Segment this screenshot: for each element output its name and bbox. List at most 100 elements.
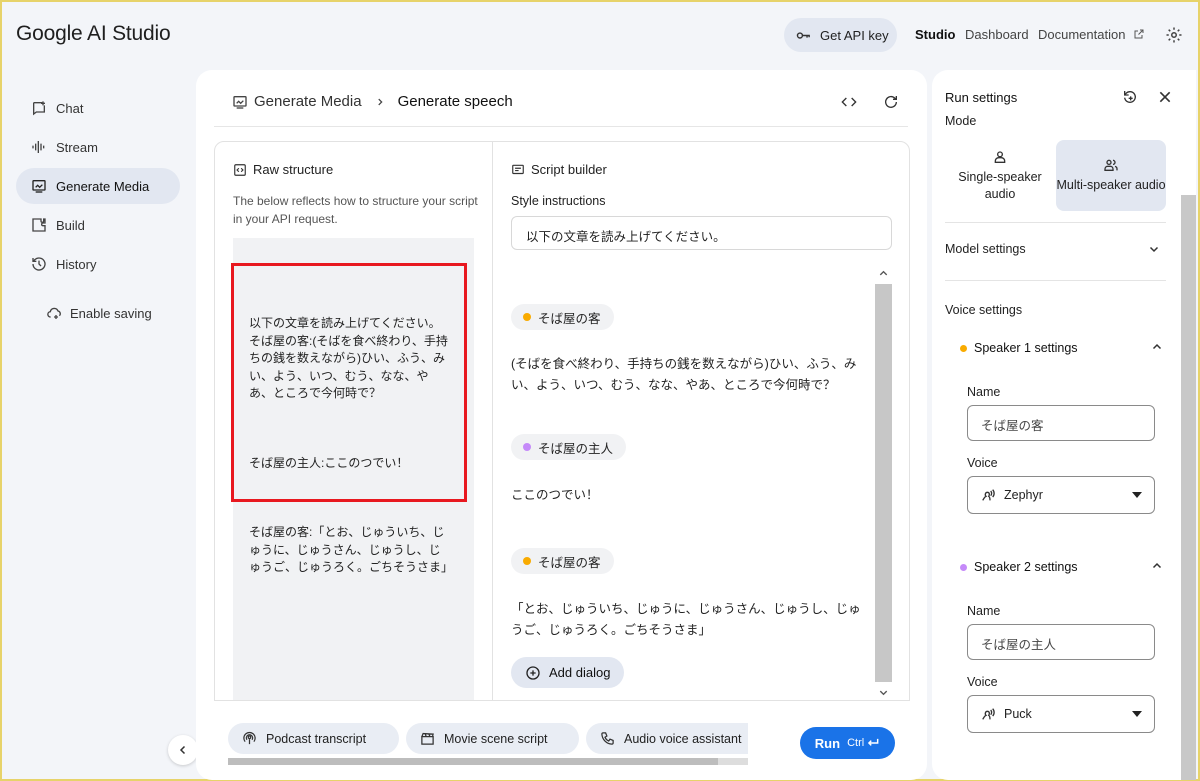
code-box-icon [233, 163, 247, 177]
mode-multi-speaker[interactable]: Multi-speaker audio [1056, 140, 1166, 211]
sidebar-item-label: Build [56, 217, 85, 233]
speaker-chip[interactable]: そば屋の主人 [511, 434, 627, 460]
speaker-1-name-input[interactable]: そば屋の客 [967, 405, 1155, 441]
sidebar-item-stream[interactable]: Stream [16, 129, 180, 165]
breadcrumb: Generate Media Generate speech [232, 93, 513, 110]
dialog-text[interactable]: ここのつでい！ [511, 485, 865, 506]
speaker-chip[interactable]: そば屋の客 [511, 548, 614, 574]
nav-documentation-label: Documentation [1038, 27, 1126, 42]
scroll-up-icon[interactable] [878, 268, 889, 279]
chevron-down-icon [1148, 243, 1160, 255]
breadcrumb-parent[interactable]: Generate Media [254, 93, 362, 110]
editor-panels: Raw structure The below reflects how to … [214, 141, 910, 701]
raw-line: そば屋の主人:ここのつでい！ [249, 455, 409, 470]
raw-structure-code: 以下の文章を読み上げてください。 そば屋の客:(そばを食べ終わり、手持ちの銭を数… [231, 263, 467, 574]
podcast-icon [242, 731, 257, 746]
add-dialog-button[interactable]: Add dialog [511, 657, 625, 688]
dialog-scrollbar[interactable] [875, 264, 892, 700]
enter-key-icon [866, 736, 880, 750]
raw-structure-title-label: Raw structure [253, 162, 334, 177]
speaker-2-name-input[interactable]: そば屋の主人 [967, 624, 1155, 660]
speaker-2-name-label: Name [967, 604, 1001, 618]
speaker-1-voice-select[interactable]: Zephyr [967, 476, 1155, 514]
settings-scrollbar[interactable] [1181, 195, 1196, 780]
speaker-1-header[interactable]: Speaker 1 settings [960, 341, 1078, 355]
dialog-list: そば屋の客 (そばを食べ終わり、手持ちの銭を数えながら)ひい、ふう、みい、よう、… [493, 264, 893, 700]
nav-dashboard[interactable]: Dashboard [965, 27, 1029, 42]
gear-icon[interactable] [1165, 26, 1183, 44]
speaker-chip[interactable]: そば屋の客 [511, 304, 614, 330]
script-icon [511, 163, 525, 177]
speaker-color-dot [523, 443, 531, 451]
sidebar-item-build[interactable]: Build [16, 207, 180, 243]
clapperboard-icon [420, 731, 435, 746]
collapse-sidebar-button[interactable] [168, 735, 198, 765]
speaker-2-header[interactable]: Speaker 2 settings [960, 560, 1078, 574]
scrollbar-thumb[interactable] [875, 284, 892, 682]
logo-product: AI Studio [87, 22, 171, 45]
get-api-key-label: Get API key [820, 27, 889, 43]
template-label: Audio voice assistant [624, 731, 742, 746]
sidebar-item-chat[interactable]: Chat [16, 90, 180, 126]
speaker-color-dot [523, 313, 531, 321]
sidebar-item-label: Generate Media [56, 178, 150, 194]
template-scrollbar-thumb[interactable] [228, 758, 718, 765]
template-audio-voice-assistant[interactable]: Audio voice assistant [586, 723, 748, 754]
speaker-1-voice-label: Voice [967, 456, 998, 470]
close-icon[interactable] [1157, 89, 1173, 105]
speaker-chip-label: そば屋の客 [538, 311, 601, 326]
header-divider [214, 126, 908, 127]
template-movie-scene-script[interactable]: Movie scene script [406, 723, 579, 754]
voice-icon [980, 706, 996, 722]
speaker-1-title: Speaker 1 settings [974, 341, 1078, 355]
nav-documentation[interactable]: Documentation [1038, 27, 1145, 42]
enable-saving-button[interactable]: Enable saving [46, 305, 152, 321]
run-button[interactable]: Run Ctrl [800, 727, 895, 759]
divider [945, 222, 1166, 223]
run-settings-panel: Run settings Mode Single-speaker audio M… [932, 70, 1196, 780]
chevron-up-icon[interactable] [1151, 341, 1163, 353]
phone-icon [600, 731, 615, 746]
divider [945, 280, 1166, 281]
template-scrollbar[interactable] [228, 758, 748, 765]
speaker-chip-label: そば屋の客 [538, 555, 601, 570]
scroll-down-icon[interactable] [878, 687, 889, 698]
chat-icon [31, 100, 47, 116]
refresh-icon[interactable] [883, 94, 899, 110]
person-icon [992, 149, 1008, 165]
mode-single-speaker[interactable]: Single-speaker audio [946, 140, 1054, 211]
speaker-chip-label: そば屋の主人 [538, 441, 614, 456]
sidebar-item-history[interactable]: History [16, 246, 180, 282]
chevron-up-icon[interactable] [1151, 560, 1163, 572]
nav-studio[interactable]: Studio [915, 27, 955, 42]
add-dialog-label: Add dialog [549, 665, 611, 680]
script-builder-title-label: Script builder [531, 162, 607, 177]
template-bar: Podcast transcript Movie scene script Au… [196, 702, 927, 780]
speaker-2-title: Speaker 2 settings [974, 560, 1078, 574]
key-icon [795, 27, 812, 44]
model-settings-toggle[interactable]: Model settings [945, 242, 1160, 256]
reset-settings-icon[interactable] [1122, 89, 1138, 105]
external-link-icon [1133, 28, 1145, 40]
dropdown-caret-icon [1132, 492, 1142, 498]
dialog-text[interactable]: 「とお、じゅういち、じゅうに、じゅうさん、じゅうし、じゅうご、じゅうろく。ごちそ… [511, 599, 865, 641]
sidebar-item-label: History [56, 256, 97, 272]
dialog-text[interactable]: (そばを食べ終わり、手持ちの銭を数えながら)ひい、ふう、みい、よう、いつ、むう、… [511, 354, 865, 396]
template-podcast-transcript[interactable]: Podcast transcript [228, 723, 399, 754]
logo-google: Google [16, 22, 83, 45]
code-icon[interactable] [841, 94, 857, 110]
app-logo[interactable]: Google AI Studio [16, 22, 171, 46]
raw-line: 以下の文章を読み上げてください。 そば屋の客:(そばを食べ終わり、手持ちの銭を数… [249, 316, 448, 400]
get-api-key-button[interactable]: Get API key [784, 18, 897, 52]
speaker-2-voice-select[interactable]: Puck [967, 695, 1155, 733]
sidebar-item-generate-media[interactable]: Generate Media [16, 168, 180, 204]
people-icon [1103, 157, 1119, 173]
run-shortcut: Ctrl [847, 736, 880, 750]
top-bar: Google AI Studio Get API key Studio Dash… [2, 2, 1198, 68]
speaker-2-voice-value: Puck [1004, 707, 1032, 721]
history-icon [31, 256, 47, 272]
style-instructions-input[interactable]: 以下の文章を読み上げてください。 [511, 216, 892, 250]
speaker-color-dot [960, 563, 967, 571]
stream-icon [31, 139, 47, 155]
add-circle-icon [525, 665, 541, 681]
